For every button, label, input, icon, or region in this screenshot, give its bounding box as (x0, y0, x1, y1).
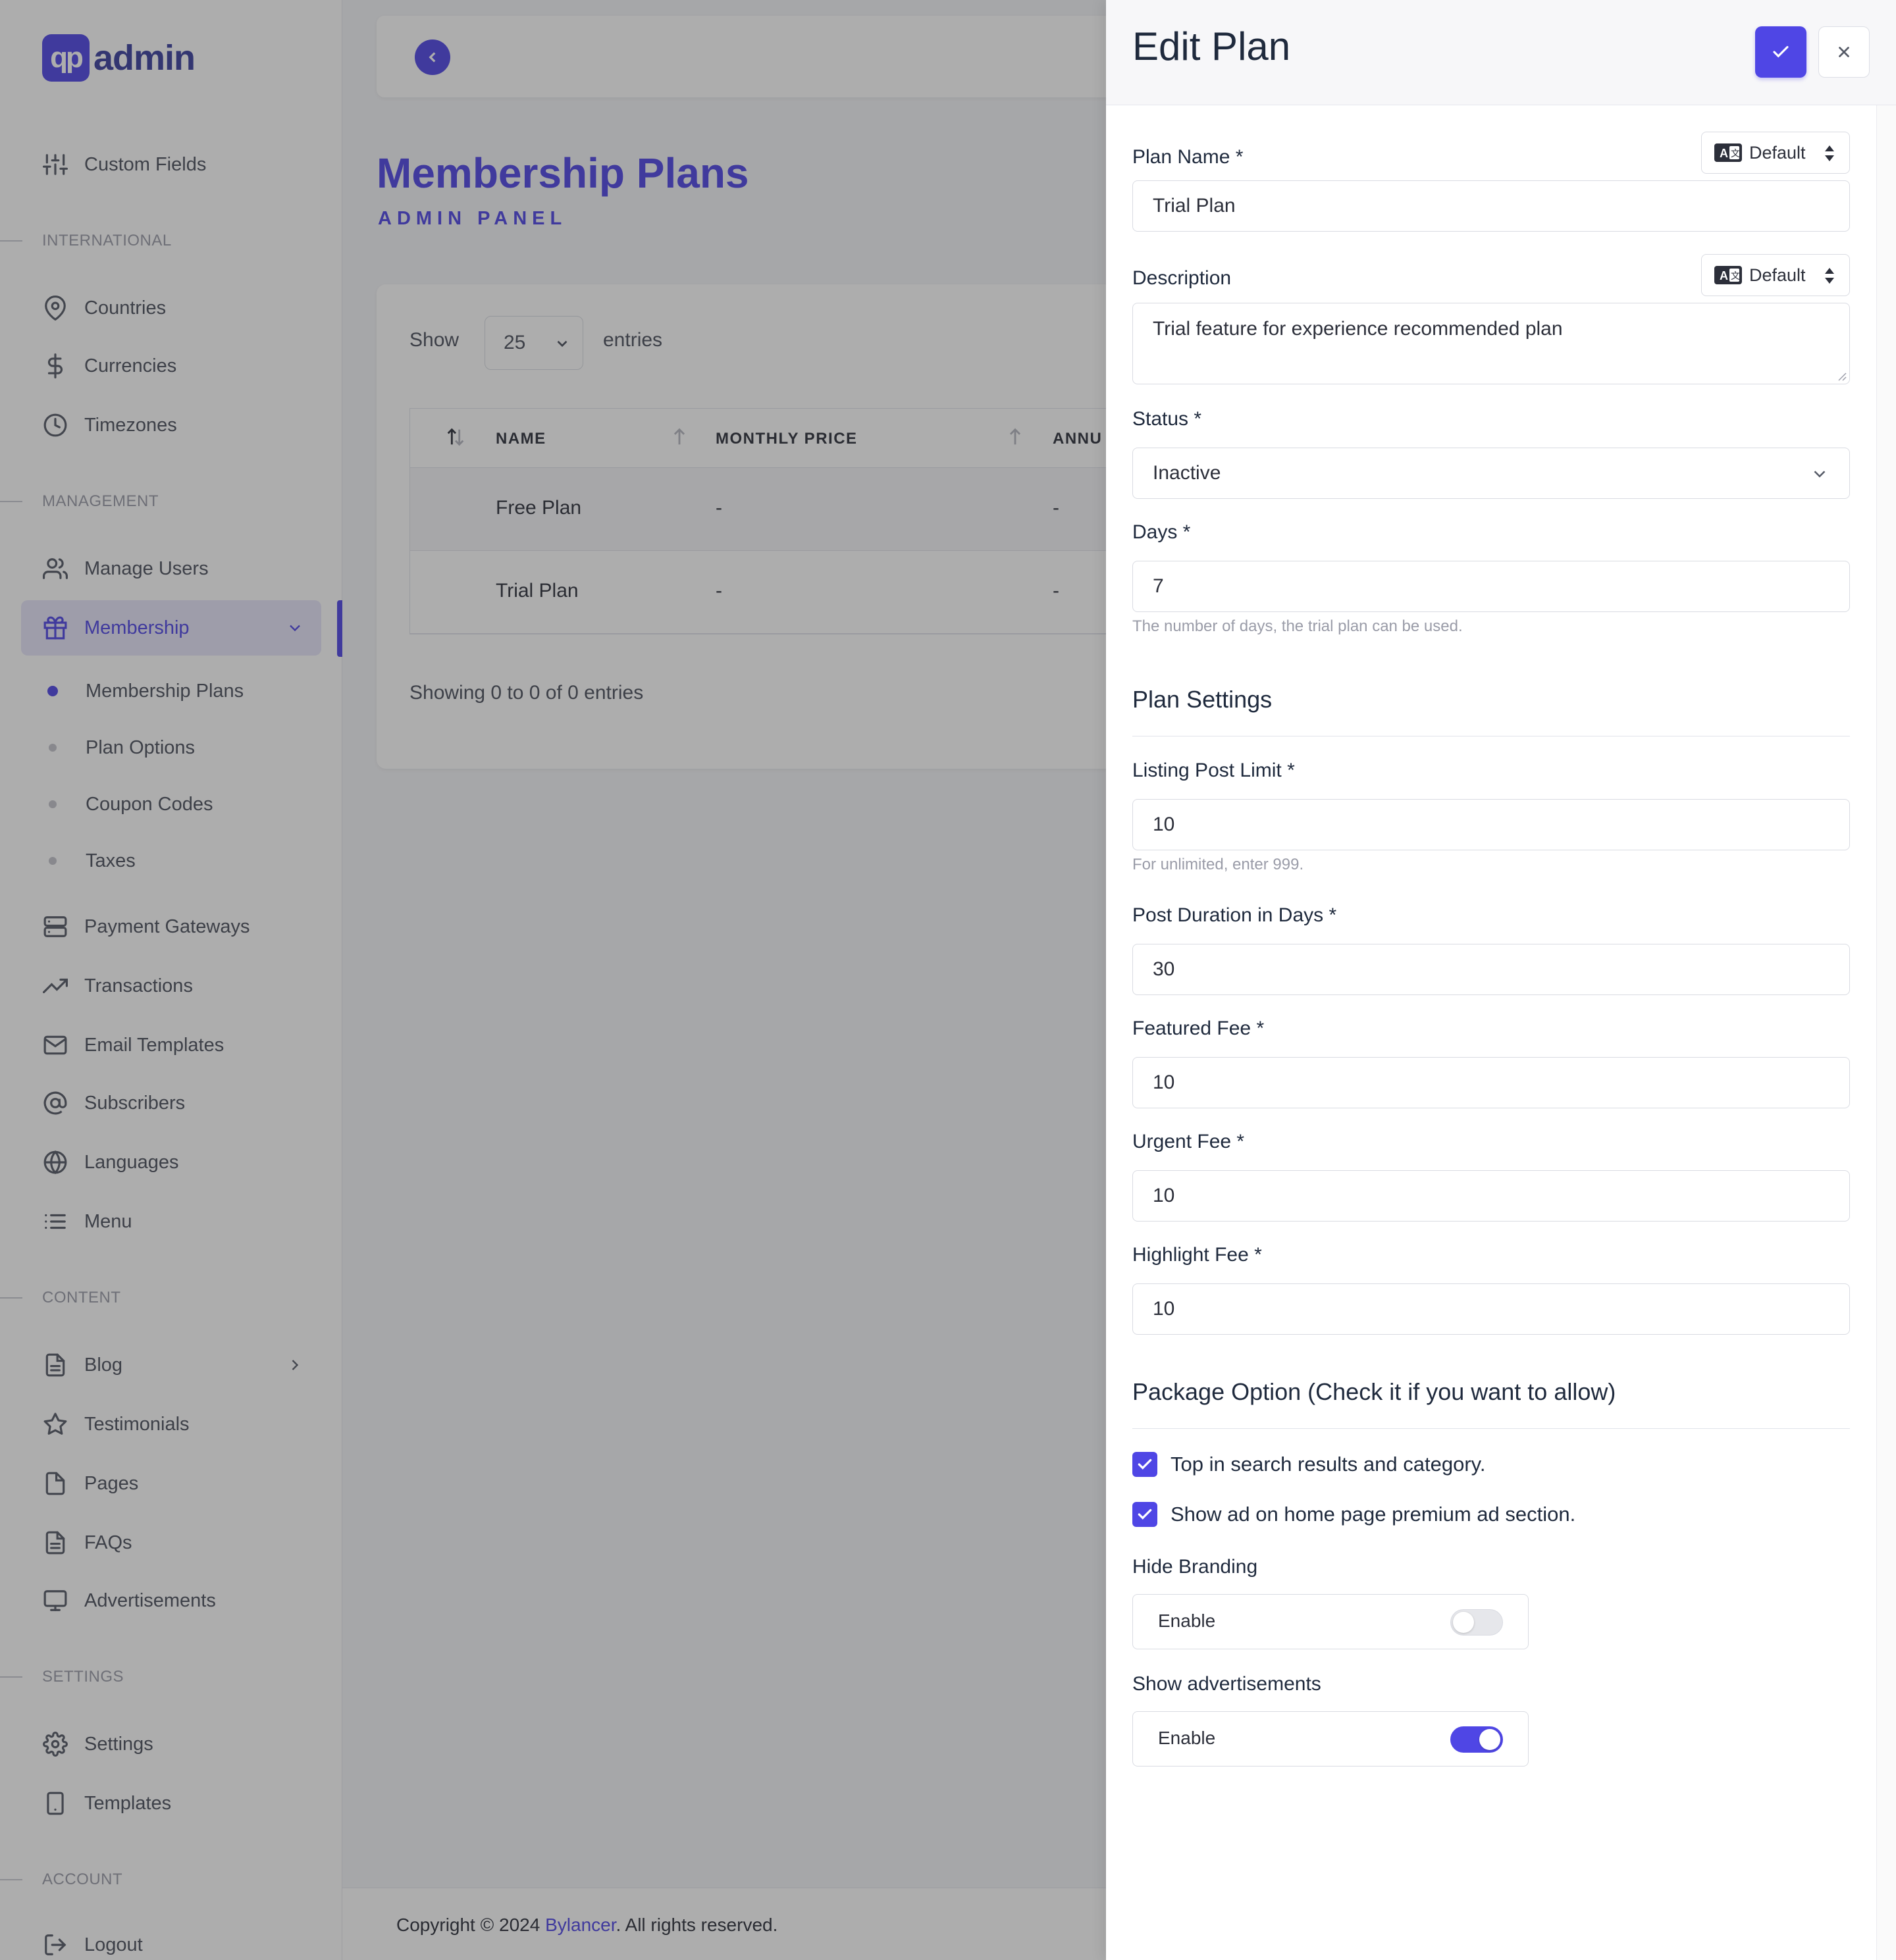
svg-text:文: 文 (1731, 148, 1740, 159)
hide-branding-label: Hide Branding (1132, 1556, 1258, 1578)
hide-branding-toggle-box: Enable (1132, 1594, 1529, 1649)
description-textarea[interactable]: Trial feature for experience recommended… (1132, 303, 1850, 384)
home-premium-checkbox[interactable] (1132, 1502, 1157, 1527)
featured-fee-label: Featured Fee * (1132, 1018, 1265, 1039)
urgent-fee-input[interactable]: 10 (1132, 1170, 1850, 1222)
days-hint: The number of days, the trial plan can b… (1132, 617, 1463, 635)
hide-branding-switch[interactable] (1450, 1609, 1503, 1636)
plan-name-label: Plan Name * (1132, 146, 1244, 168)
panel-title: Edit Plan (1132, 24, 1291, 68)
status-label: Status * (1132, 408, 1202, 430)
svg-text:文: 文 (1731, 271, 1740, 281)
plan-name-language-select[interactable]: A文 Default (1701, 132, 1850, 174)
svg-text:A: A (1720, 269, 1728, 282)
highlight-fee-label: Highlight Fee * (1132, 1244, 1262, 1266)
check-icon (1773, 45, 1789, 58)
days-label: Days * (1132, 521, 1191, 543)
listing-limit-hint: For unlimited, enter 999. (1132, 856, 1304, 873)
featured-fee-input[interactable]: 10 (1132, 1057, 1850, 1108)
modal-backdrop[interactable] (0, 0, 1106, 1960)
toggle-label: Enable (1158, 1728, 1216, 1748)
divider (1132, 1428, 1850, 1429)
save-button[interactable] (1755, 26, 1806, 78)
description-label: Description (1132, 267, 1232, 289)
check-icon (1138, 1458, 1152, 1470)
svg-text:A: A (1720, 147, 1728, 160)
package-option-title: Package Option (Check it if you want to … (1132, 1378, 1616, 1405)
plan-name-input[interactable]: Trial Plan (1132, 180, 1850, 232)
description-language-select[interactable]: A文 Default (1701, 254, 1850, 296)
chevron-down-icon (1814, 471, 1826, 478)
show-ads-label: Show advertisements (1132, 1673, 1321, 1695)
close-button[interactable] (1818, 26, 1870, 78)
home-premium-checkbox-row[interactable]: Show ad on home page premium ad section. (1132, 1502, 1575, 1527)
show-ads-toggle-box: Enable (1132, 1711, 1529, 1767)
panel-header: Edit Plan (1106, 0, 1896, 105)
top-search-checkbox[interactable] (1132, 1452, 1157, 1477)
post-duration-input[interactable]: 30 (1132, 944, 1850, 995)
status-select[interactable]: Inactive (1132, 448, 1850, 499)
toggle-label: Enable (1158, 1611, 1216, 1631)
plan-settings-title: Plan Settings (1132, 686, 1273, 713)
listing-limit-input[interactable]: 10 (1132, 799, 1850, 850)
translate-icon: A文 (1714, 266, 1742, 284)
top-search-checkbox-row[interactable]: Top in search results and category. (1132, 1452, 1485, 1477)
sort-updown-icon (1825, 268, 1834, 284)
days-input[interactable]: 7 (1132, 561, 1850, 612)
close-icon (1839, 47, 1849, 57)
scrollbar[interactable] (1876, 105, 1896, 1960)
post-duration-label: Post Duration in Days * (1132, 904, 1337, 926)
listing-limit-label: Listing Post Limit * (1132, 760, 1295, 781)
resize-handle-icon (1838, 373, 1847, 381)
check-icon (1138, 1509, 1152, 1520)
show-ads-switch[interactable] (1450, 1726, 1503, 1753)
urgent-fee-label: Urgent Fee * (1132, 1131, 1245, 1152)
edit-plan-panel: Edit Plan Plan Name * A文 Default Trial P… (1106, 0, 1896, 1960)
translate-icon: A文 (1714, 143, 1742, 162)
highlight-fee-input[interactable]: 10 (1132, 1283, 1850, 1335)
sort-updown-icon (1825, 145, 1834, 161)
